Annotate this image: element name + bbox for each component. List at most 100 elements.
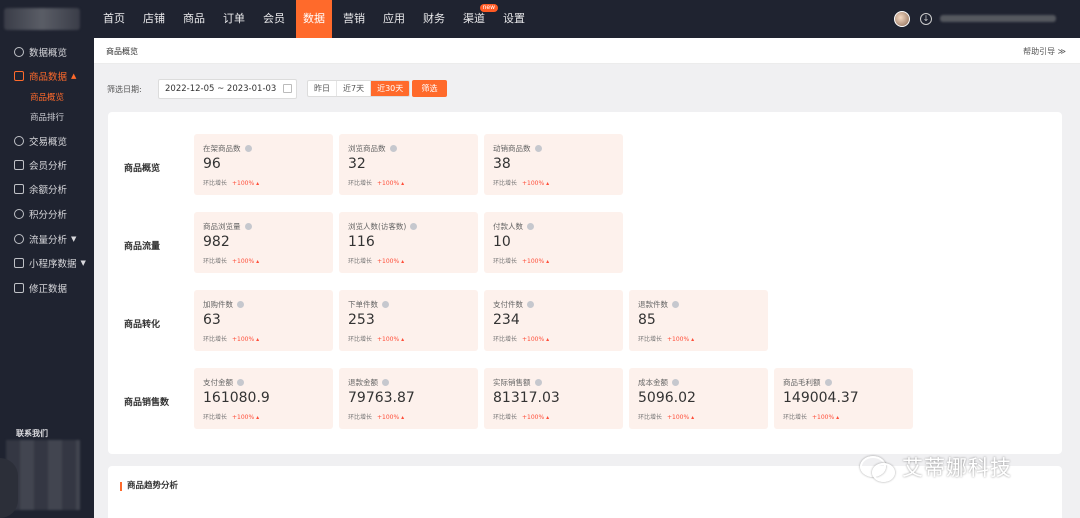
ratio-label: 环比增长 — [203, 414, 228, 421]
breadcrumb-bar: 商品概览 帮助引导 ≫ — [94, 38, 1080, 64]
nav-item-label: 财务 — [423, 12, 445, 25]
ratio-label: 环比增长 — [203, 258, 228, 265]
metric-title-text: 成本金额 — [638, 378, 668, 387]
sidebar-subitem-0[interactable]: 商品概览 — [30, 89, 64, 107]
miniprogram-icon — [14, 258, 24, 268]
metric-title-text: 支付金额 — [203, 378, 233, 387]
info-icon[interactable] — [534, 145, 542, 152]
metric-ratio: 环比增长 +100% ▴ — [493, 256, 549, 265]
ratio-value: +100% ▴ — [377, 336, 404, 343]
metric-value: 96 — [203, 156, 221, 172]
metric-title: 支付金额 — [203, 377, 244, 388]
metric-ratio: 环比增长 +100% ▴ — [348, 178, 404, 187]
info-icon[interactable] — [410, 223, 418, 230]
info-icon[interactable] — [382, 301, 389, 308]
nav-item-0[interactable]: 首页 — [96, 0, 132, 38]
metric-card: 浏览商品数 32 环比增长 +100% ▴ — [339, 134, 478, 195]
nav-item-4[interactable]: 会员 — [256, 0, 292, 38]
account-name[interactable] — [940, 15, 1056, 22]
info-icon[interactable] — [824, 379, 832, 386]
nav-item-8[interactable]: 财务 — [416, 0, 452, 38]
sidebar-item-8[interactable]: 修正数据 — [0, 277, 94, 299]
date-range-picker[interactable]: 2022-12-05 ~ 2023-01-03 — [158, 79, 297, 99]
metric-value: 149004.37 — [783, 390, 859, 406]
info-icon[interactable] — [527, 223, 534, 230]
metric-value: 234 — [493, 312, 520, 328]
ratio-label: 环比增长 — [493, 180, 518, 187]
avatar[interactable] — [894, 11, 910, 27]
quick-range-1[interactable]: 近7天 — [337, 81, 372, 96]
sidebar-item-7[interactable]: 小程序数据 ▼ — [0, 252, 94, 274]
info-icon[interactable] — [237, 301, 244, 308]
sidebar-item-3[interactable]: 会员分析 — [0, 154, 94, 176]
info-icon[interactable] — [672, 301, 679, 308]
nav-item-1[interactable]: 店铺 — [136, 0, 172, 38]
ratio-value: +100% ▴ — [522, 414, 549, 421]
main-nav: 首页 店铺 商品 订单 会员 数据 营销 应用 财务 渠道 new 设置 — [96, 0, 536, 38]
metric-title: 付款人数 — [493, 221, 534, 232]
metric-card: 动销商品数 38 环比增长 +100% ▴ — [484, 134, 623, 195]
metric-value: 253 — [348, 312, 375, 328]
ratio-label: 环比增长 — [493, 258, 518, 265]
edit-icon — [14, 283, 24, 293]
nav-item-7[interactable]: 应用 — [376, 0, 412, 38]
metric-value: 10 — [493, 234, 511, 250]
info-icon[interactable] — [534, 379, 542, 386]
metric-value: 161080.9 — [203, 390, 270, 406]
chevron-icon: ▼ — [71, 235, 77, 243]
up-arrow-icon: ▴ — [544, 414, 550, 421]
section-label: 商品销售数 — [124, 398, 170, 408]
sidebar-subitem-1[interactable]: 商品排行 — [30, 109, 64, 127]
ratio-value: +100% ▴ — [812, 414, 839, 421]
nav-item-label: 渠道 — [463, 12, 485, 25]
info-icon[interactable] — [244, 223, 252, 230]
info-icon[interactable] — [382, 379, 389, 386]
contact-decoration — [0, 458, 18, 518]
metric-title-text: 付款人数 — [493, 222, 523, 231]
help-guide-link[interactable]: 帮助引导 ≫ — [1023, 46, 1066, 57]
nav-item-6[interactable]: 营销 — [336, 0, 372, 38]
ratio-label: 环比增长 — [783, 414, 808, 421]
date-range-value: 2022-12-05 ~ 2023-01-03 — [165, 84, 277, 94]
info-icon[interactable] — [389, 145, 397, 152]
nav-item-3[interactable]: 订单 — [216, 0, 252, 38]
sidebar-item-5[interactable]: 积分分析 — [0, 203, 94, 225]
nav-item-10[interactable]: 设置 — [496, 0, 532, 38]
wallet-icon — [14, 184, 24, 194]
download-icon[interactable]: ↓ — [920, 13, 932, 25]
metrics-panel: 商品概览 在架商品数 96 环比增长 +100% ▴ 浏览商品数 32 环比增长 +100% ▴… — [108, 112, 1062, 454]
sidebar-item-0[interactable]: 数据概览 — [0, 41, 94, 63]
sidebar-item-1[interactable]: 商品数据 ▲ — [0, 65, 94, 87]
metric-card: 付款人数 10 环比增长 +100% ▴ — [484, 212, 623, 273]
metric-title-text: 加购件数 — [203, 300, 233, 309]
nav-item-5[interactable]: 数据 — [296, 0, 332, 38]
wechat-icon — [860, 454, 895, 482]
metric-card: 退款件数 85 环比增长 +100% ▴ — [629, 290, 768, 351]
metric-title: 浏览人数(访客数) — [348, 221, 418, 232]
metric-ratio: 环比增长 +100% ▴ — [203, 256, 259, 265]
sidebar-item-4[interactable]: 余额分析 — [0, 178, 94, 200]
watermark-text: 艾蒂娜科技 — [902, 456, 1012, 480]
metric-ratio: 环比增长 +100% ▴ — [203, 412, 259, 421]
info-icon[interactable] — [672, 379, 679, 386]
ratio-value: +100% ▴ — [232, 258, 259, 265]
calendar-icon — [283, 84, 292, 93]
filter-button[interactable]: 筛选 — [412, 80, 447, 97]
sidebar-item-2[interactable]: 交易概览 — [0, 130, 94, 152]
nav-item-2[interactable]: 商品 — [176, 0, 212, 38]
info-icon[interactable] — [527, 301, 534, 308]
metric-ratio: 环比增长 +100% ▴ — [493, 412, 549, 421]
quick-range-0[interactable]: 昨日 — [308, 81, 337, 96]
info-icon[interactable] — [237, 379, 244, 386]
metric-value: 5096.02 — [638, 390, 696, 406]
quick-range-2[interactable]: 近30天 — [371, 81, 410, 96]
ratio-value: +100% ▴ — [377, 180, 404, 187]
nav-item-label: 营销 — [343, 12, 365, 25]
info-icon[interactable] — [244, 145, 252, 152]
nav-item-9[interactable]: 渠道 new — [456, 0, 498, 38]
metric-ratio: 环比增长 +100% ▴ — [348, 256, 404, 265]
ratio-label: 环比增长 — [348, 336, 373, 343]
sidebar-item-6[interactable]: 流量分析 ▼ — [0, 228, 94, 250]
up-arrow-icon: ▴ — [399, 180, 405, 187]
up-arrow-icon: ▴ — [544, 180, 550, 187]
